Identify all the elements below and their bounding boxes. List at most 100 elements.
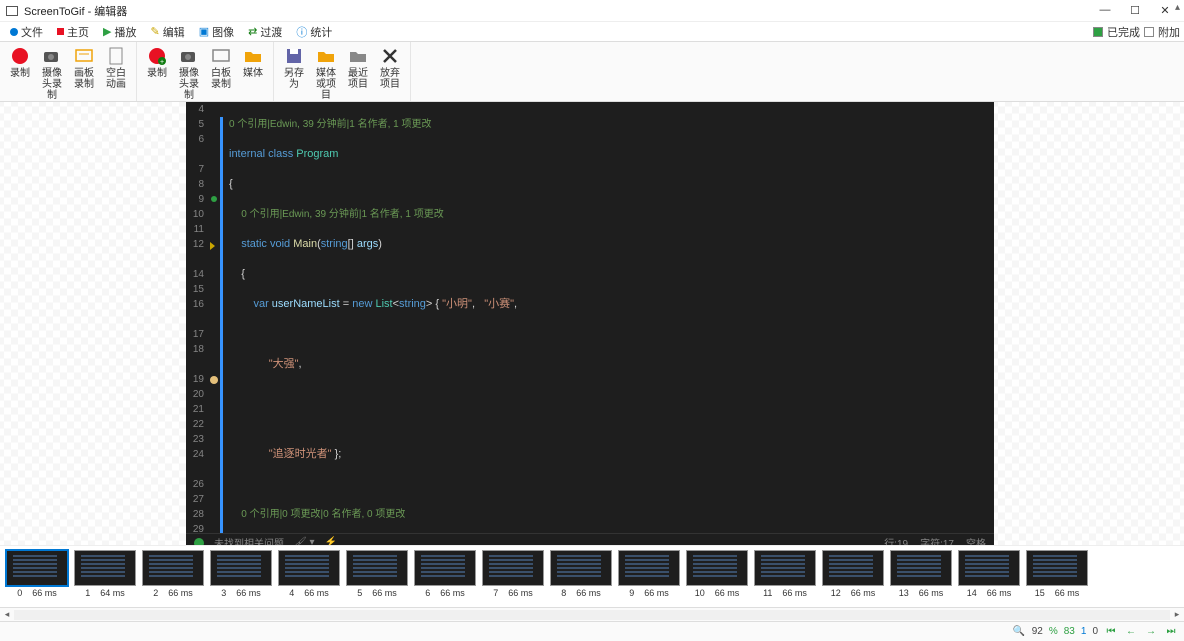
thumb-image <box>618 550 680 586</box>
thumb-image <box>210 550 272 586</box>
menu-transition[interactable]: ⇄过渡 <box>242 22 288 42</box>
screen-record-button[interactable]: 画板录制 <box>68 44 100 103</box>
scroll-right[interactable]: ▸ <box>1170 609 1184 620</box>
scroll-left[interactable]: ◂ <box>0 609 14 620</box>
ribbon-group-file: 另存为 媒体或项目 最近项目 放弃项目 文件 <box>274 42 411 101</box>
ribbon-collapse[interactable]: ▴ <box>1175 2 1180 13</box>
transition-icon: ⇄ <box>248 25 257 38</box>
play-icon: ▶ <box>103 25 111 38</box>
frame-thumb[interactable]: 8 66 ms <box>550 550 612 605</box>
thumb-caption: 13 66 ms <box>899 588 944 598</box>
thumb-image <box>686 550 748 586</box>
thumb-image <box>278 550 340 586</box>
nav-next-icon[interactable]: → <box>1144 625 1158 639</box>
menu-home[interactable]: 主页 <box>51 22 95 42</box>
frame-thumb[interactable]: 2 66 ms <box>142 550 204 605</box>
nav-prev-icon[interactable]: ← <box>1124 625 1138 639</box>
thumb-image <box>142 550 204 586</box>
frame-thumb[interactable]: 9 66 ms <box>618 550 680 605</box>
editor-preview: 4567891011121415161718192021222324262728… <box>186 102 994 545</box>
scroll-track[interactable] <box>14 610 1170 620</box>
thumb-image <box>550 550 612 586</box>
brush-icon[interactable]: 🖌 ▾ <box>294 537 315 545</box>
folder-icon <box>243 46 263 66</box>
frame-thumb[interactable]: 7 66 ms <box>482 550 544 605</box>
breakpoint-icon[interactable] <box>211 196 217 202</box>
image-icon: ▣ <box>199 25 209 38</box>
frame-thumbnails: 0 66 ms 1 64 ms 2 66 ms 3 66 ms4 66 ms5 66 … <box>0 545 1184 607</box>
camera-icon <box>42 46 62 66</box>
menu-edit[interactable]: ✎编辑 <box>144 22 190 42</box>
menu-play[interactable]: ▶播放 <box>97 22 142 42</box>
close-button[interactable]: ✕ <box>1158 4 1172 17</box>
status-ok-icon <box>194 538 204 546</box>
blank-button[interactable]: 空白动画 <box>100 44 132 103</box>
recent-media-button[interactable]: 媒体或项目 <box>310 44 342 103</box>
thumb-caption: 9 66 ms <box>629 588 669 598</box>
lightbulb-icon[interactable] <box>210 376 218 384</box>
frame-thumb[interactable]: 13 66 ms <box>890 550 952 605</box>
frame-thumb[interactable]: 14 66 ms <box>958 550 1020 605</box>
app-icon <box>6 6 18 16</box>
nav-first-icon[interactable]: ⏮ <box>1104 625 1118 639</box>
line-gutter: 4567891011121415161718192021222324262728… <box>186 102 210 533</box>
thumb-image <box>958 550 1020 586</box>
thumb-image <box>414 550 476 586</box>
close-icon <box>380 46 400 66</box>
frame-thumb[interactable]: 3 66 ms <box>210 550 272 605</box>
frame-thumb[interactable]: 1 64 ms <box>74 550 136 605</box>
code-view[interactable]: 0 个引用|Edwin, 39 分钟前|1 名作者, 1 项更改 interna… <box>223 102 994 533</box>
folder-icon <box>316 46 336 66</box>
thumb-caption: 1 64 ms <box>85 588 125 598</box>
status-chars[interactable]: 字符:17 <box>920 535 954 545</box>
done-check-icon <box>1093 27 1103 37</box>
camera-record-button[interactable]: 摄像头录制 <box>36 44 68 103</box>
frame-thumb[interactable]: 6 66 ms <box>414 550 476 605</box>
frame-thumb[interactable]: 10 66 ms <box>686 550 748 605</box>
record-icon: + <box>147 46 167 66</box>
thumbnail-scrollbar[interactable]: ◂ ▸ <box>0 607 1184 621</box>
recent-projects-button[interactable]: 最近项目 <box>342 44 374 103</box>
folder-open-icon <box>348 46 368 66</box>
ribbon: 录制 摄像头录制 画板录制 空白动画 新建 +录制 摄像头录制 白板录制 媒体 … <box>0 42 1184 102</box>
frame-thumb[interactable]: 4 66 ms <box>278 550 340 605</box>
frame-thumb[interactable]: 11 66 ms <box>754 550 816 605</box>
append-check[interactable] <box>1144 27 1154 37</box>
minimize-button[interactable]: — <box>1098 4 1112 17</box>
canvas[interactable]: 4567891011121415161718192021222324262728… <box>0 102 1184 545</box>
insert-media-button[interactable]: 媒体 <box>237 44 269 103</box>
menu-image[interactable]: ▣图像 <box>193 22 240 42</box>
insert-record-button[interactable]: +录制 <box>141 44 173 103</box>
thumb-image <box>346 550 408 586</box>
done-label: 已完成 <box>1107 24 1140 40</box>
window-title: ScreenToGif - 编辑器 <box>24 3 1098 19</box>
nav-last-icon[interactable]: ⏭ <box>1164 625 1178 639</box>
whiteboard-icon <box>211 46 231 66</box>
thumb-caption: 6 66 ms <box>425 588 465 598</box>
frame-thumb[interactable]: 5 66 ms <box>346 550 408 605</box>
record-button[interactable]: 录制 <box>4 44 36 103</box>
discard-button[interactable]: 放弃项目 <box>374 44 406 103</box>
insert-board-button[interactable]: 白板录制 <box>205 44 237 103</box>
frame-thumb[interactable]: 0 66 ms <box>6 550 68 605</box>
thumb-image <box>754 550 816 586</box>
menu-file[interactable]: 文件 <box>4 22 49 42</box>
zoom-value: 92 <box>1032 626 1043 637</box>
thumb-caption: 2 66 ms <box>153 588 193 598</box>
status-line[interactable]: 行:19 <box>884 535 908 545</box>
statusbar: 🔍 92 % 83 1 0 ⏮ ← → ⏭ <box>0 621 1184 641</box>
thumb-caption: 0 66 ms <box>17 588 57 598</box>
window-controls: — ☐ ✕ <box>1098 4 1172 17</box>
zero-count: 0 <box>1092 626 1098 637</box>
menu-stats[interactable]: ⓘ统计 <box>290 22 338 42</box>
saveas-button[interactable]: 另存为 <box>278 44 310 103</box>
save-icon <box>284 46 304 66</box>
status-spaces[interactable]: 空格 <box>966 535 986 545</box>
insert-camera-button[interactable]: 摄像头录制 <box>173 44 205 103</box>
thumb-caption: 11 66 ms <box>763 588 807 598</box>
zoom-icon[interactable]: 🔍 <box>1012 625 1026 639</box>
indicator-gutter <box>210 102 220 533</box>
frame-thumb[interactable]: 15 66 ms <box>1026 550 1088 605</box>
frame-thumb[interactable]: 12 66 ms <box>822 550 884 605</box>
maximize-button[interactable]: ☐ <box>1128 4 1142 17</box>
